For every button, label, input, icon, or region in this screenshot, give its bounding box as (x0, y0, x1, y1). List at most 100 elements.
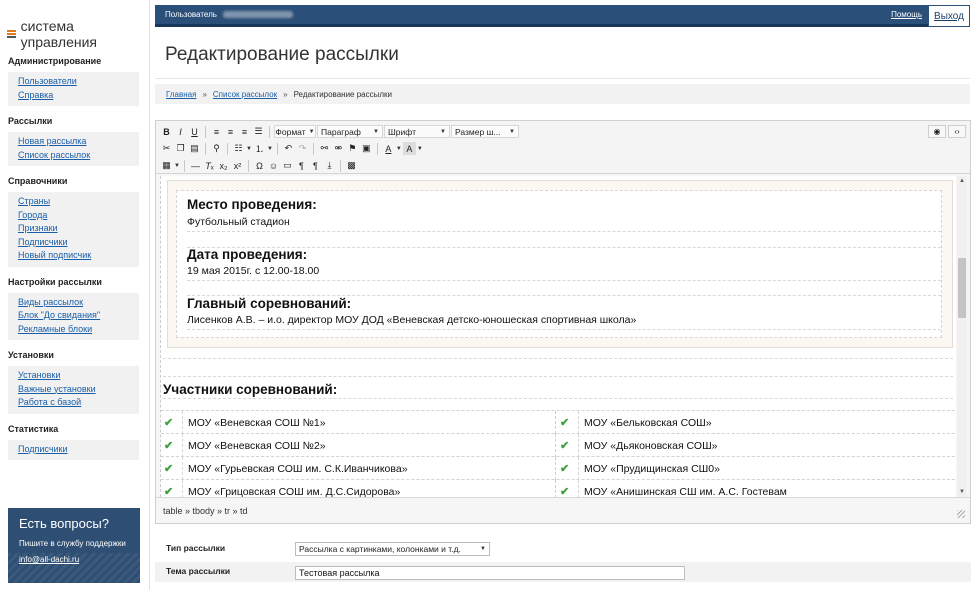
participant-name: МОУ «Грицовская СОШ им. Д.С.Сидорова» (182, 480, 400, 497)
font-dropdown[interactable]: Шрифт ▼ (384, 125, 450, 138)
sidebar-item[interactable]: Новая рассылка (18, 135, 129, 149)
paste-icon[interactable]: ▤ (188, 142, 201, 155)
align-center-icon[interactable]: ≡ (224, 125, 237, 138)
chevron-down-icon: ▼ (308, 128, 315, 135)
chevron-down-icon: ▼ (509, 128, 515, 135)
resize-grip-icon[interactable] (957, 510, 965, 518)
mailing-type-label: Тип рассылки (166, 543, 226, 553)
cut-icon[interactable]: ✂ (160, 142, 173, 155)
chevron-down-icon[interactable]: ▼ (174, 163, 180, 169)
sidebar-item[interactable]: Виды рассылок (18, 296, 129, 310)
special-char-icon[interactable]: Ω (253, 159, 266, 172)
find-icon[interactable]: ⚲ (210, 142, 223, 155)
bullet-list-icon[interactable]: ☷ (232, 142, 245, 155)
font-size-dropdown[interactable]: Размер ш... ▼ (451, 125, 519, 138)
bookmark-icon[interactable]: ⚑ (346, 142, 359, 155)
help-link[interactable]: Помощь (891, 10, 922, 19)
editor-content[interactable]: Место проведения: Футбольный стадион Дат… (160, 176, 956, 497)
scroll-up-icon[interactable]: ▲ (957, 176, 967, 186)
sidebar-item[interactable]: Подписчики (18, 236, 129, 250)
logo[interactable]: система управления (0, 0, 149, 50)
checkmark-icon: ✔ (164, 463, 174, 475)
scrollbar-thumb[interactable] (958, 258, 966, 318)
sidebar-item[interactable]: Установки (18, 369, 129, 383)
chevron-down-icon[interactable]: ▼ (417, 146, 423, 152)
row-divider (187, 280, 941, 281)
emoticon-icon[interactable]: ☺ (267, 159, 280, 172)
chevron-down-icon[interactable]: ▼ (246, 146, 252, 152)
sidebar-section-title: Администрирование (8, 56, 102, 66)
preview-icon[interactable]: ◉ (928, 125, 946, 138)
unlink-icon[interactable]: ⚮ (332, 142, 345, 155)
sidebar-item[interactable]: Важные установки (18, 383, 129, 397)
text-color-icon[interactable]: A (382, 142, 395, 155)
breadcrumb-separator-icon: » (283, 89, 288, 99)
media-icon[interactable]: ▭ (281, 159, 294, 172)
chief-label: Главный соревнований: (187, 296, 352, 311)
sidebar-section-title: Статистика (8, 423, 59, 434)
support-email-link[interactable]: info@all-dachi.ru (19, 555, 79, 564)
sidebar-item[interactable]: Список рассылок (18, 149, 129, 163)
sidebar-item[interactable]: Работа с базой (18, 396, 129, 410)
insert-icon[interactable]: ⤓ (323, 159, 336, 172)
clear-format-icon[interactable]: Tₓ (203, 159, 216, 172)
table-icon[interactable]: ▦ (160, 159, 173, 172)
bold-icon[interactable]: B (160, 125, 173, 138)
checkmark-icon: ✔ (164, 440, 174, 452)
exit-button[interactable]: Выход (928, 5, 970, 27)
link-icon[interactable]: ⚯ (318, 142, 331, 155)
undo-icon[interactable]: ↶ (282, 142, 295, 155)
breadcrumb: Главная » Список рассылок » Редактирован… (155, 84, 970, 104)
sidebar-item[interactable]: Новый подписчик (18, 249, 129, 263)
paragraph-mark-icon[interactable]: ¶ (295, 159, 308, 172)
topbar: Пользователь Помощь Выход (155, 5, 970, 27)
sidebar-item[interactable]: Блок "До свидания" (18, 309, 129, 323)
sidebar-item[interactable]: Признаки (18, 222, 129, 236)
checkmark-icon: ✔ (164, 486, 174, 497)
sidebar-item[interactable]: Рекламные блоки (18, 323, 129, 337)
horizontal-rule-icon[interactable]: — (189, 159, 202, 172)
sidebar-item[interactable]: Пользователи (18, 75, 129, 89)
superscript-icon[interactable]: x² (231, 159, 244, 172)
source-code-icon[interactable]: ‹› (948, 125, 966, 138)
toolbar-divider (183, 159, 185, 172)
format-dropdown[interactable]: Формат ▼ (274, 125, 316, 138)
logo-text: система управления (20, 18, 98, 50)
breadcrumb-mailing-list[interactable]: Список рассылок (213, 90, 277, 99)
italic-icon[interactable]: I (174, 125, 187, 138)
editor-scrollbar[interactable]: ▲ ▼ (957, 176, 967, 497)
align-left-icon[interactable]: ≡ (210, 125, 223, 138)
paragraph-rtl-icon[interactable]: ¶ (309, 159, 322, 172)
title-divider (155, 78, 970, 79)
chevron-down-icon[interactable]: ▼ (396, 146, 402, 152)
redo-icon[interactable]: ↷ (296, 142, 309, 155)
sidebar-item[interactable]: Города (18, 209, 129, 223)
subscript-icon[interactable]: x₂ (217, 159, 230, 172)
numbered-list-icon[interactable]: ⒈ (253, 142, 266, 155)
toolbar-divider (376, 142, 378, 155)
scroll-down-icon[interactable]: ▼ (957, 487, 967, 497)
background-color-icon[interactable]: A (402, 142, 416, 155)
mailing-type-select[interactable]: Рассылка с картинками, колонками и т.д. … (295, 542, 490, 556)
chevron-down-icon[interactable]: ▼ (267, 146, 273, 152)
logo-flag-icon (7, 30, 16, 39)
table-cell: ✔ МОУ «Гурьевская СОШ им. С.К.Иванчикова» (164, 457, 556, 480)
breadcrumb-home[interactable]: Главная (166, 90, 196, 99)
visual-aid-icon[interactable]: ▩ (345, 159, 358, 172)
toolbar-divider (227, 142, 228, 155)
align-right-icon[interactable]: ≡ (238, 125, 251, 138)
toolbar-divider (269, 125, 270, 138)
table-row: ✔ МОУ «Грицовская СОШ им. Д.С.Сидорова» ✔ М… (161, 479, 955, 497)
underline-icon[interactable]: U (188, 125, 201, 138)
row-divider (163, 358, 953, 359)
image-icon[interactable]: ▣ (360, 142, 373, 155)
paragraph-dropdown[interactable]: Параграф ▼ (317, 125, 383, 138)
sidebar-item[interactable]: Страны (18, 195, 129, 209)
align-justify-icon[interactable]: ☰ (252, 125, 265, 138)
sidebar-item[interactable]: Подписчики (18, 443, 129, 457)
copy-icon[interactable]: ❐ (174, 142, 187, 155)
table-cell: ✔ МОУ «Бельковская СОШ» (560, 411, 952, 434)
support-text: Пишите в службу поддержки (19, 539, 126, 548)
sidebar-item[interactable]: Справка (18, 89, 129, 103)
subject-input[interactable] (295, 566, 685, 580)
